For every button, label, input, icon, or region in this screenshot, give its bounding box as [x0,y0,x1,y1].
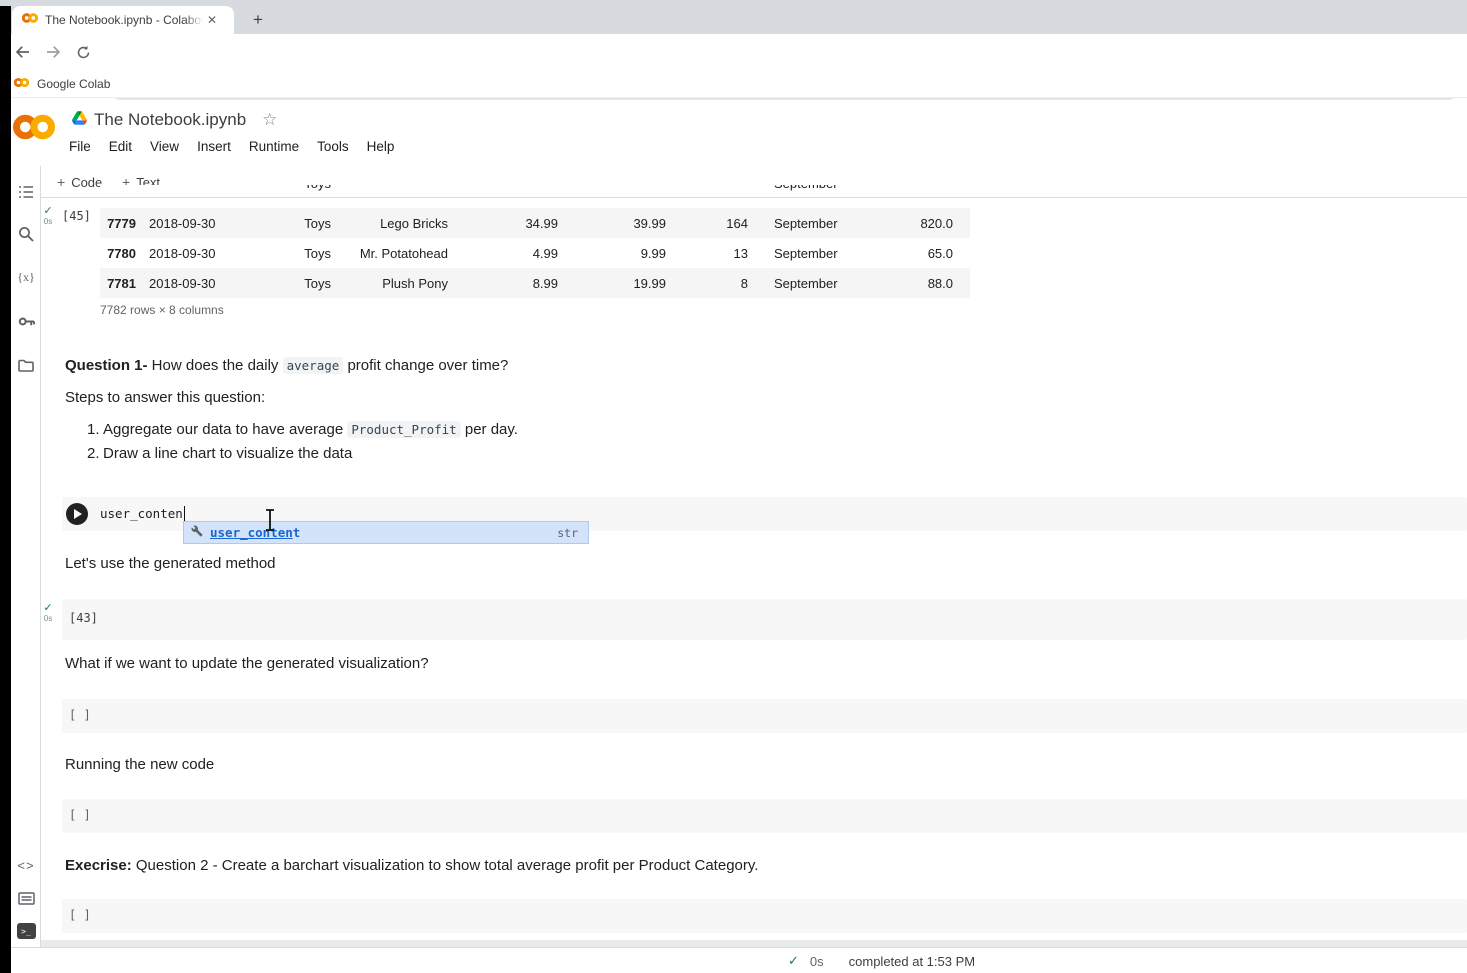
cell-prompt: [ ] [69,908,91,922]
autocomplete-suggestion[interactable]: user_content [210,525,300,540]
execution-indicator[interactable]: ✓ 0s [41,206,55,226]
forward-icon[interactable] [42,41,64,63]
bookmark-google-colab[interactable]: Google Colab [14,75,110,93]
execution-indicator[interactable]: ✓ 0s [41,603,55,623]
play-icon [74,509,82,519]
list-item: 2.Draw a line chart to visualize the dat… [87,445,352,462]
status-message[interactable]: completed at 1:53 PM [849,954,975,969]
colab-favicon [14,75,29,93]
left-sidebar: {x} <> >_ [11,166,41,947]
star-icon[interactable]: ☆ [262,110,277,130]
execution-time: 0s [810,954,824,969]
dataframe-summary: 7782 rows × 8 columns [100,303,224,317]
browser-navbar: colab.research.google.com/drive/1eGgppOe… [0,34,1467,70]
check-icon: ✓ [788,953,799,969]
menu-file[interactable]: File [69,139,91,154]
code-cell[interactable]: [ ] [62,899,1467,933]
cell-prompt: [ ] [69,808,91,822]
command-palette-icon[interactable] [14,886,38,910]
back-icon[interactable] [12,41,34,63]
mouse-ibeam-cursor [263,508,277,537]
colab-logo [13,112,55,147]
check-icon: ✓ [41,603,55,614]
code-editor[interactable]: user_conten [100,506,185,521]
table-row: 7780 2018-09-30 Toys Mr. Potatohead 4.99… [100,238,970,268]
files-folder-icon[interactable] [14,353,38,377]
secrets-key-icon[interactable] [14,309,38,333]
inline-code: average [283,357,344,374]
cell-prompt: [ ] [69,708,91,722]
menu-tools[interactable]: Tools [317,139,349,154]
inline-code: Product_Profit [347,421,460,438]
execution-count: [45] [62,209,91,223]
execution-count: [43] [69,611,98,625]
code-cell[interactable]: [ ] [62,799,1467,833]
plus-icon: + [57,174,65,190]
autocomplete-type: str [557,526,578,540]
colab-favicon [22,11,38,29]
new-tab-button[interactable]: + [246,8,270,32]
menu-insert[interactable]: Insert [197,139,231,154]
check-icon: ✓ [41,206,55,217]
status-bar: ✓ 0s completed at 1:53 PM [0,947,1467,973]
markdown-text: What if we want to update the generated … [65,655,429,672]
menu-runtime[interactable]: Runtime [249,139,299,154]
wrench-icon [191,524,203,542]
menu-edit[interactable]: Edit [109,139,132,154]
table-row: 7779 2018-09-30 Toys Lego Bricks 34.99 3… [100,208,970,238]
menu-view[interactable]: View [150,139,179,154]
markdown-steps: Steps to answer this question: [65,389,265,406]
screen-edge-strip [0,6,11,973]
bookmarks-bar: Google Colab [0,70,1467,98]
markdown-text: Let's use the generated method [65,555,276,572]
reload-icon[interactable] [72,41,94,63]
search-icon[interactable] [14,222,38,246]
markdown-question-1: Question 1- How does the daily average p… [65,357,508,374]
notebook-title[interactable]: The Notebook.ipynb [94,110,246,130]
variables-icon[interactable]: {x} [14,265,38,289]
tab-title: The Notebook.ipynb - Colaborat [45,13,203,27]
dataframe-output: 7779 2018-09-30 Toys Lego Bricks 34.99 3… [100,208,970,298]
list-item: 1.Aggregate our data to have average Pro… [87,421,518,438]
menu-bar: File Edit View Insert Runtime Tools Help [69,139,394,154]
markdown-text: Running the new code [65,756,214,773]
scroll-edge [41,940,1467,947]
add-code-button[interactable]: + Code [57,171,102,193]
browser-tab-bar: The Notebook.ipynb - Colaborat ✕ + [0,0,1467,34]
code-cell[interactable]: [ ] [62,699,1467,733]
dataframe-partial-row: Toys September [100,185,970,196]
autocomplete-popup[interactable]: user_content str [183,521,589,544]
table-row: 7781 2018-09-30 Toys Plush Pony 8.99 19.… [100,268,970,298]
terminal-icon[interactable]: >_ [14,919,38,943]
menu-help[interactable]: Help [367,139,395,154]
code-snippets-icon[interactable]: <> [14,853,38,877]
bookmark-label: Google Colab [37,77,110,91]
drive-icon [72,111,87,130]
tab-close-icon[interactable]: ✕ [207,13,217,27]
run-cell-button[interactable] [66,503,88,525]
text-caret [184,506,186,521]
code-cell[interactable]: [43] [62,599,1467,640]
browser-tab[interactable]: The Notebook.ipynb - Colaborat ✕ [12,6,234,34]
markdown-exercise: Execrise: Question 2 - Create a barchart… [65,857,758,874]
table-of-contents-icon[interactable] [14,180,38,204]
